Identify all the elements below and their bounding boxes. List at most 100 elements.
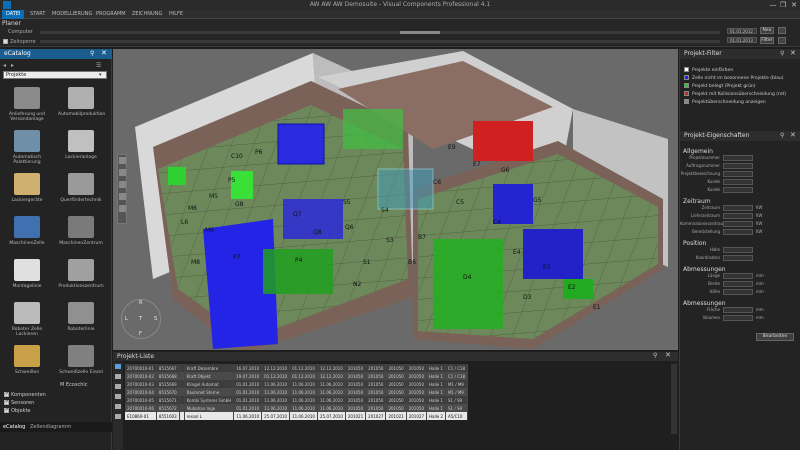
filter-entry[interactable]: Projekt mit Kollisionsüberschneidung (ro…	[680, 91, 800, 99]
tab-hilfe[interactable]: HILFE	[165, 10, 187, 19]
filter-button[interactable]: Filter	[760, 37, 774, 44]
minimize-button[interactable]: —	[768, 1, 778, 9]
nav-rear[interactable]: R	[139, 300, 142, 306]
close-button[interactable]: ✕	[789, 1, 799, 9]
disk-icon[interactable]	[115, 384, 121, 389]
person-icon[interactable]	[115, 364, 121, 369]
calendar-icon-2[interactable]	[778, 37, 786, 44]
catalog-item[interactable]: Anlieferung und Versandanlage	[4, 85, 50, 129]
forward-icon[interactable]: ▸	[11, 62, 14, 69]
nav-left[interactable]: L	[125, 316, 128, 322]
checkbox-objekte-box[interactable]	[4, 407, 9, 413]
back-icon[interactable]: ◂	[3, 62, 6, 69]
maximize-button[interactable]: ❐	[778, 1, 788, 9]
properties-close-icon[interactable]: ✕	[790, 131, 796, 139]
filter-color-swatch[interactable]	[684, 83, 689, 88]
tab-datei[interactable]: DATEI	[2, 10, 25, 19]
catalog-item[interactable]: Produktionszentrum	[58, 257, 104, 301]
tab-programm[interactable]: PROGRAMM	[92, 10, 130, 19]
properties-pin-icon[interactable]: ⚲	[780, 132, 784, 139]
pin-icon[interactable]: ⚲	[90, 50, 94, 57]
list-scrollbar[interactable]	[671, 364, 677, 434]
table-row[interactable]: E10860-01 8551603 ressol L 11.06.2010 25.07.…	[125, 412, 469, 420]
catalog-item[interactable]: MaschinenZentrum	[58, 214, 104, 258]
planner-timeline[interactable]	[40, 31, 720, 34]
property-value-field[interactable]	[723, 273, 753, 279]
tab-zellendiagramm[interactable]: Zellendiagramm	[30, 424, 71, 430]
list-pin-icon[interactable]: ⚲	[653, 352, 657, 359]
catalog-item[interactable]: Roboterlinie	[58, 300, 104, 344]
catalog-search-input[interactable]: Projekte	[3, 71, 107, 79]
catalog-item[interactable]: Querfördertechnik	[58, 171, 104, 215]
view-toggle-icon[interactable]: ☰	[96, 62, 101, 69]
table-row[interactable]: 20700010-05 8515671 Kombi Systems GmbH 01.0…	[125, 396, 469, 404]
property-value-field[interactable]	[723, 315, 753, 321]
filter-close-icon[interactable]: ✕	[790, 49, 796, 57]
property-value-field[interactable]	[723, 255, 753, 261]
aggregate-checkbox[interactable]	[3, 39, 8, 44]
list-close-icon[interactable]: ✕	[665, 351, 671, 359]
catalog-item[interactable]: Lackieranlage	[58, 128, 104, 172]
nav-front[interactable]: F	[139, 331, 142, 337]
filter-entry[interactable]: Zelle nicht im bezonnene Projekte (blau)	[680, 75, 800, 83]
filter-color-swatch[interactable]	[684, 67, 689, 72]
tab-modellierung[interactable]: MODELLIERUNG	[48, 10, 96, 19]
zoom-tool-icon[interactable]	[119, 193, 126, 200]
new-button[interactable]: Neu	[760, 27, 774, 34]
move-tool-icon[interactable]	[119, 169, 126, 176]
property-value-field[interactable]	[723, 187, 753, 193]
checkbox-komponenten[interactable]: Komponenten	[4, 391, 46, 400]
table-row[interactable]: 20700010-06 8515672 Mubahan Inge 01.01.2010…	[125, 404, 469, 412]
nav-side[interactable]: S	[154, 316, 157, 322]
catalog-item[interactable]: MaschinenZelle	[4, 214, 50, 258]
camera-icon[interactable]	[115, 414, 121, 419]
dropdown-chevron-icon[interactable]: ▾	[99, 72, 102, 78]
table-row[interactable]: 20700010-04 8515670 Rauhmet Sterne 01.01.20…	[125, 388, 469, 396]
tab-ecatalog[interactable]: eCatalog	[3, 424, 25, 430]
select-tool-icon[interactable]	[119, 157, 126, 164]
tab-zeichnung[interactable]: ZEICHNUNG	[128, 10, 166, 19]
filter-pin-icon[interactable]: ⚲	[780, 50, 784, 57]
property-value-field[interactable]	[723, 213, 753, 219]
catalog-item[interactable]: Montagelinie	[4, 257, 50, 301]
car-icon[interactable]	[115, 404, 121, 409]
table-row[interactable]: 20700010-02 8515668 Kraft Objekt 19.07.2010…	[125, 372, 469, 380]
filter-entry[interactable]: Projektüberschneidung anzeigen	[680, 99, 800, 107]
property-value-field[interactable]	[723, 247, 753, 253]
catalog-item[interactable]: Automobilproduktion	[58, 85, 105, 129]
save-icon[interactable]	[115, 394, 121, 399]
folder-icon[interactable]	[115, 374, 121, 379]
catalog-item[interactable]: Roboter Zelle Lackieren	[4, 300, 50, 344]
property-value-field[interactable]	[723, 163, 753, 169]
start-date-field[interactable]: 01.01.2012	[727, 28, 757, 34]
property-value-field[interactable]	[723, 179, 753, 185]
measure-tool-icon[interactable]	[119, 205, 126, 212]
checkbox-objekte[interactable]: Objekte	[4, 407, 31, 416]
tab-start[interactable]: START	[26, 10, 49, 19]
catalog-item[interactable]: Schweißen	[4, 343, 50, 387]
planner-timeline-2[interactable]	[40, 40, 720, 43]
property-value-field[interactable]	[723, 221, 753, 227]
filter-entry[interactable]: Projekte einfärben	[680, 67, 800, 75]
checkbox-komponenten-box[interactable]	[4, 391, 9, 397]
filter-entry[interactable]: Projekt belegt (Projekt grün)	[680, 83, 800, 91]
rotate-tool-icon[interactable]	[119, 181, 126, 188]
nav-top[interactable]: T	[139, 316, 142, 322]
filter-color-swatch[interactable]	[684, 91, 689, 96]
table-row[interactable]: 20700010-01 8515667 Kraft Dezembre 16.07.20…	[125, 364, 469, 372]
catalog-item[interactable]: Lackiergeräte	[4, 171, 50, 215]
catalog-item[interactable]: Automatisch Palettierung	[4, 128, 50, 172]
end-date-field[interactable]: 01.01.2013	[727, 37, 757, 43]
property-value-field[interactable]	[723, 205, 753, 211]
3d-viewport[interactable]: C10 P6 P5 M5 M6 G8 Q7 S5 L6 M9 Q8 Q6 S4 P4 S1 S3 N2 P7 M8 E…	[113, 49, 678, 350]
close-panel-icon[interactable]: ✕	[101, 49, 107, 57]
property-value-field[interactable]	[723, 307, 753, 313]
aggregate-row[interactable]: Zeitsperre	[3, 38, 36, 45]
filter-color-swatch[interactable]	[684, 99, 689, 104]
property-value-field[interactable]	[723, 155, 753, 161]
property-value-field[interactable]	[723, 289, 753, 295]
filter-color-swatch[interactable]	[684, 75, 689, 80]
catalog-item[interactable]: Schweißzelle Einzel	[58, 343, 104, 387]
property-value-field[interactable]	[723, 281, 753, 287]
checkbox-sensoren-box[interactable]	[4, 399, 9, 405]
